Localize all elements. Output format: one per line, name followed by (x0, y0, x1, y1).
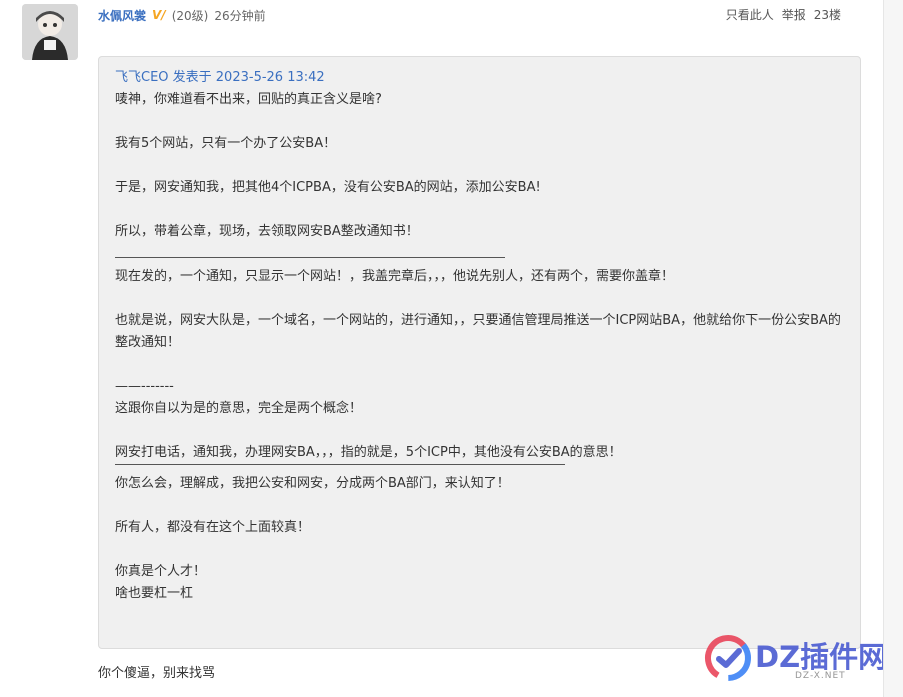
verified-badge-icon: V/ (152, 8, 166, 22)
watermark-brand: DZ插件网 (755, 640, 888, 674)
only-author-link[interactable]: 只看此人 (726, 6, 774, 23)
author-link[interactable]: 水佩风裳 (98, 7, 146, 24)
post-actions: 只看此人 举报 23楼 (726, 6, 841, 23)
quote-line: 于是，网安通知我，把其他4个ICPBA，没有公安BA的网站，添加公安BA! (115, 180, 541, 195)
divider-line (115, 257, 505, 258)
avatar-image-icon (22, 4, 78, 60)
quote-line: 现在发的，一个通知，只显示一个网站！，我盖完章后，，，他说先别人，还有两个，需要… (115, 269, 675, 284)
scrollbar[interactable] (883, 0, 903, 697)
quote-line: 你怎么会，理解成，我把公安和网安，分成两个BA部门，来认知了！ (115, 476, 510, 491)
report-link[interactable]: 举报 (782, 6, 806, 23)
quote-line: 唛神，你难道看不出来，回贴的真正含义是啥? (115, 92, 382, 107)
quote-line: 你真是个人才！ (115, 564, 207, 579)
quote-line: 我有5个网站，只有一个办了公安BA！ (115, 136, 337, 151)
avatar[interactable] (22, 4, 78, 60)
dz-logo-icon (705, 635, 751, 681)
quote-line: 啥也要杠一杠 (115, 586, 194, 601)
post-time: 26分钟前 (214, 8, 266, 23)
quote-header[interactable]: 飞飞CEO 发表于 2023-5-26 13:42 (115, 69, 844, 87)
quote-line: 所以，带着公章，现场，去领取网安BA整改通知书！ (115, 224, 419, 239)
watermark-logo: DZ插件网 DZ-X.NET (700, 628, 890, 688)
divider-line (115, 464, 565, 465)
quote-line: 网安打电话，通知我，办理网安BA，，，指的就是，5个ICP中，其他没有公安BA的… (115, 445, 622, 460)
quote-block: 飞飞CEO 发表于 2023-5-26 13:42 唛神，你难道看不出来，回贴的… (98, 56, 861, 649)
quote-line: 所有人，都没有在这个上面较真！ (115, 520, 311, 535)
quote-line: 也就是说，网安大队是，一个域名，一个网站的，进行通知，，只要通信管理局推送一个I… (115, 313, 841, 350)
floor-number[interactable]: 23楼 (814, 6, 841, 23)
quote-line: ——------- (115, 379, 174, 394)
user-level: (20级) (171, 8, 209, 23)
reply-text: 你个傻逼，别来找骂 (98, 666, 216, 681)
post-meta: 水佩风裳 V/ (20级) 26分钟前 (98, 7, 266, 23)
post-container: 水佩风裳 V/ (20级) 26分钟前 只看此人 举报 23楼 飞飞CEO 发表… (0, 0, 887, 697)
watermark-domain: DZ-X.NET (795, 671, 846, 681)
quote-line: 这跟你自以为是的意思，完全是两个概念！ (115, 401, 363, 416)
quote-body: 唛神，你难道看不出来，回贴的真正含义是啥? 我有5个网站，只有一个办了公安BA！… (115, 89, 844, 605)
